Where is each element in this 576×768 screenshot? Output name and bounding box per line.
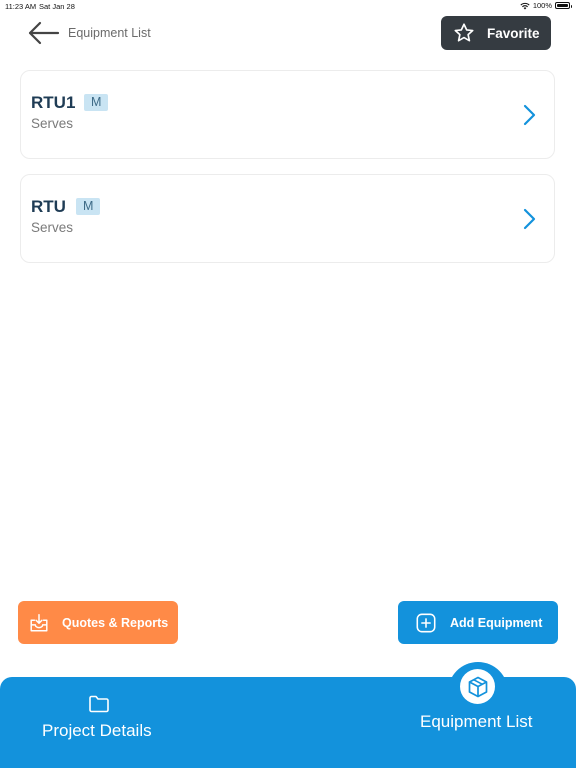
status-bar: 11:23 AM Sat Jan 28 100% — [0, 0, 576, 12]
chevron-right-icon — [523, 104, 536, 126]
add-equipment-label: Add Equipment — [450, 615, 543, 630]
page-title: Equipment List — [68, 26, 151, 40]
status-date: Sat Jan 28 — [39, 2, 75, 11]
chevron-right-icon — [523, 208, 536, 230]
equipment-badge: M — [76, 198, 101, 215]
nav-equipment-label: Equipment List — [420, 712, 533, 731]
plus-square-icon — [416, 613, 436, 632]
wifi-icon — [520, 2, 530, 9]
nav-equipment-icon-circle — [460, 669, 495, 704]
favorite-button[interactable]: Favorite — [441, 16, 551, 50]
equipment-subtitle: Serves — [31, 116, 74, 131]
status-time: 11:23 AM — [5, 2, 37, 11]
equipment-card-rtu[interactable]: RTU M Serves — [20, 174, 555, 263]
nav-project-details[interactable]: Project Details — [0, 677, 200, 768]
cube-icon — [468, 676, 487, 697]
star-icon — [454, 23, 474, 42]
battery-icon — [555, 2, 572, 9]
add-equipment-button[interactable]: Add Equipment — [398, 601, 558, 644]
nav-equipment-list[interactable]: Equipment List — [410, 662, 550, 768]
battery-level — [557, 4, 568, 7]
arrow-left-icon — [28, 21, 60, 45]
favorite-label: Favorite — [487, 25, 540, 41]
equipment-name: RTU — [31, 197, 66, 216]
equipment-subtitle: Serves — [31, 220, 74, 235]
battery-percent: 100% — [532, 1, 552, 10]
back-button[interactable] — [26, 18, 66, 48]
nav-project-label: Project Details — [42, 721, 152, 740]
equipment-badge: M — [84, 94, 109, 111]
equipment-card-rtu1[interactable]: RTU1 M Serves — [20, 70, 555, 159]
equipment-name: RTU1 — [31, 93, 76, 112]
quotes-reports-button[interactable]: Quotes & Reports — [18, 601, 178, 644]
status-indicators: 100% — [520, 1, 572, 10]
download-tray-icon — [30, 613, 48, 632]
folder-icon — [89, 695, 109, 713]
quotes-reports-label: Quotes & Reports — [62, 615, 169, 630]
